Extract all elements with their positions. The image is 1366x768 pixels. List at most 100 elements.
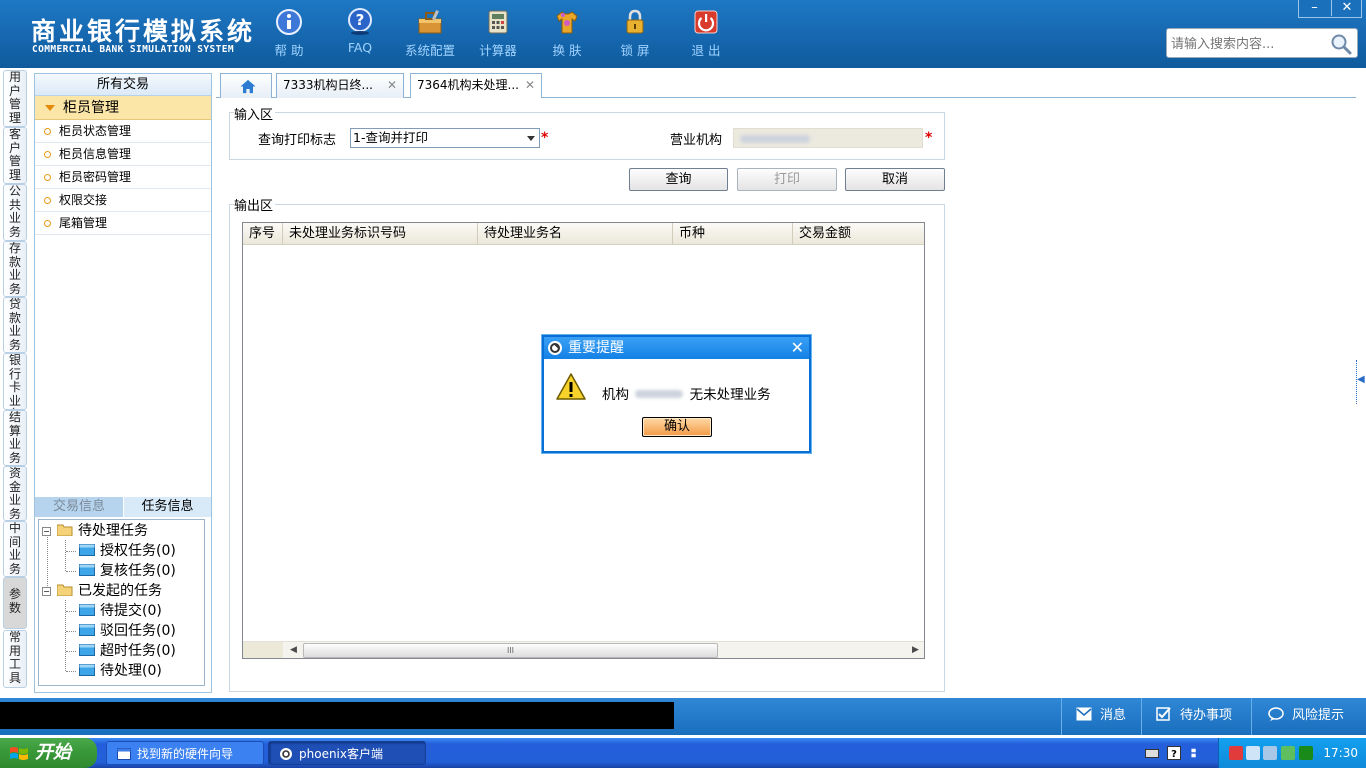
minimize-button[interactable]: – — [1299, 0, 1330, 16]
todo-button[interactable]: 待办事项 — [1141, 698, 1251, 735]
faq-button[interactable]: ? FAQ — [325, 8, 395, 55]
col-amount[interactable]: 交易金额 — [793, 223, 924, 245]
vtab-loan[interactable]: 贷款业务 — [3, 297, 27, 353]
tab-7333[interactable]: 7333机构日终... ✕ — [276, 73, 404, 98]
menu-item-tail-box[interactable]: 尾箱管理 — [35, 212, 211, 235]
messages-button[interactable]: 消息 — [1061, 698, 1141, 735]
scroll-thumb[interactable]: III — [303, 643, 718, 658]
folder-open-icon — [57, 524, 73, 536]
tree-node-processing[interactable]: 待处理(0) — [79, 662, 162, 680]
tree-label: 驳回任务(0) — [100, 623, 176, 639]
output-area-legend: 输出区 — [234, 195, 276, 214]
horizontal-scrollbar[interactable]: ◀ III ▶ — [243, 641, 924, 658]
tab-transaction-info[interactable]: 交易信息 — [35, 497, 123, 517]
menu-item-teller-password[interactable]: 柜员密码管理 — [35, 166, 211, 189]
exit-button[interactable]: 退 出 — [671, 8, 741, 59]
tree-node-timeout[interactable]: 超时任务(0) — [79, 642, 176, 660]
app-icon — [548, 341, 562, 355]
svg-text:?: ? — [1171, 749, 1177, 760]
vtab-intermediate[interactable]: 中间业务 — [3, 521, 27, 577]
col-currency[interactable]: 币种 — [673, 223, 793, 245]
menu-item-teller-info[interactable]: 柜员信息管理 — [35, 143, 211, 166]
task-icon — [79, 624, 95, 636]
lock-screen-button[interactable]: 锁 屏 — [600, 8, 670, 59]
close-tab-icon[interactable]: ✕ — [387, 74, 397, 96]
tray-computer-icon[interactable] — [1263, 746, 1277, 760]
tab-task-info[interactable]: 任务信息 — [123, 497, 211, 517]
collapse-icon[interactable]: − — [42, 527, 51, 536]
clock: 17:30 — [1323, 746, 1358, 760]
vtab-public-business[interactable]: 公共业务 — [3, 184, 27, 241]
close-window-button[interactable]: ✕ — [1331, 0, 1362, 16]
alert-dialog: 重要提醒 ✕ 机构 无未处理业务 确认 — [542, 335, 811, 453]
vtab-user-management[interactable]: 用户管理 — [3, 70, 27, 127]
print-button[interactable]: 打印 — [737, 168, 837, 191]
search-icon[interactable] — [1329, 32, 1353, 56]
taskbar-hardware-wizard[interactable]: 找到新的硬件向导 — [106, 741, 264, 765]
tree-label: 超时任务(0) — [100, 643, 176, 659]
calculator-label: 计算器 — [479, 43, 517, 58]
print-flag-select[interactable]: 1-查询并打印 — [350, 128, 540, 148]
vtab-customer-management[interactable]: 客户管理 — [3, 127, 27, 184]
vtab-funds[interactable]: 资金业务 — [3, 466, 27, 521]
cancel-button[interactable]: 取消 — [845, 168, 945, 191]
query-button[interactable]: 查询 — [629, 168, 728, 191]
tree-node-submit[interactable]: 待提交(0) — [79, 602, 162, 620]
col-seq[interactable]: 序号 — [243, 223, 283, 245]
keyboard-icon[interactable] — [1145, 746, 1159, 760]
tree-node-review[interactable]: 复核任务(0) — [79, 562, 176, 580]
tray-v2-icon[interactable] — [1299, 746, 1313, 760]
tray-app-icon[interactable] — [1229, 746, 1243, 760]
tab-home[interactable] — [220, 73, 272, 98]
redacted-org — [635, 390, 684, 398]
mail-icon — [1076, 707, 1092, 721]
taskbar: 开始 找到新的硬件向导 phoenix客户端 ? 17:30 — [0, 738, 1366, 768]
tree-node-pending[interactable]: − 待处理任务 — [42, 522, 148, 540]
tray-shield-icon[interactable] — [1281, 746, 1295, 760]
task-icon — [79, 644, 95, 656]
taskbar-phoenix-client[interactable]: phoenix客户端 — [268, 741, 426, 765]
dialog-close-icon[interactable]: ✕ — [791, 337, 804, 359]
vtab-bank-card[interactable]: 银行卡业务 — [3, 353, 27, 410]
calculator-button[interactable]: 计算器 — [463, 8, 533, 59]
tree-node-initiated[interactable]: − 已发起的任务 — [42, 582, 162, 600]
chat-icon — [1268, 707, 1284, 721]
confirm-button[interactable]: 确认 — [642, 417, 712, 437]
help-button[interactable]: 帮 助 — [254, 8, 324, 59]
vtab-settlement[interactable]: 结算业务 — [3, 410, 27, 466]
app-title: 商业银行模拟系统 — [31, 17, 256, 46]
dialog-titlebar: 重要提醒 ✕ — [544, 337, 809, 359]
menu-item-teller-status[interactable]: 柜员状态管理 — [35, 120, 211, 143]
change-skin-button[interactable]: 换 肤 — [532, 8, 602, 59]
col-pending-name[interactable]: 待处理业务名 — [478, 223, 673, 245]
scroll-left-icon[interactable]: ◀ — [285, 642, 302, 658]
ime-icon[interactable] — [1190, 746, 1200, 760]
vtab-deposit[interactable]: 存款业务 — [3, 241, 27, 297]
collapse-icon[interactable]: − — [42, 587, 51, 596]
help-tray-icon[interactable]: ? — [1167, 746, 1181, 760]
redacted-value — [740, 135, 810, 143]
tree-node-auth[interactable]: 授权任务(0) — [79, 542, 176, 560]
system-config-button[interactable]: 系统配置 — [395, 8, 465, 59]
tab-label: 7364机构未处理... — [417, 78, 519, 92]
vtab-tools[interactable]: 常用工具 — [3, 630, 27, 688]
col-pending-id[interactable]: 未处理业务标识号码 — [283, 223, 478, 245]
tree-label: 已发起的任务 — [78, 583, 162, 599]
task-label: 找到新的硬件向导 — [137, 747, 234, 761]
tray-network-icon[interactable] — [1246, 746, 1260, 760]
group-teller-management[interactable]: 柜员管理 — [35, 96, 211, 120]
scroll-right-icon[interactable]: ▶ — [907, 642, 924, 658]
message-prefix: 机构 — [602, 387, 629, 403]
info-tabs: 交易信息 任务信息 — [35, 497, 211, 517]
tree-node-rejected[interactable]: 驳回任务(0) — [79, 622, 176, 640]
close-tab-icon[interactable]: ✕ — [525, 74, 535, 96]
search-input[interactable] — [1171, 34, 1321, 54]
tab-7364[interactable]: 7364机构未处理... ✕ — [410, 73, 542, 99]
chevron-down-icon — [527, 136, 535, 141]
risk-button[interactable]: 风险提示 — [1251, 698, 1366, 735]
vtab-params[interactable]: 参数 — [3, 577, 27, 629]
menu-item-permission-handover[interactable]: 权限交接 — [35, 189, 211, 212]
start-button[interactable]: 开始 — [0, 738, 97, 768]
print-flag-label: 查询打印标志 — [258, 133, 337, 148]
collapse-handle[interactable]: ◀ — [1356, 360, 1365, 404]
